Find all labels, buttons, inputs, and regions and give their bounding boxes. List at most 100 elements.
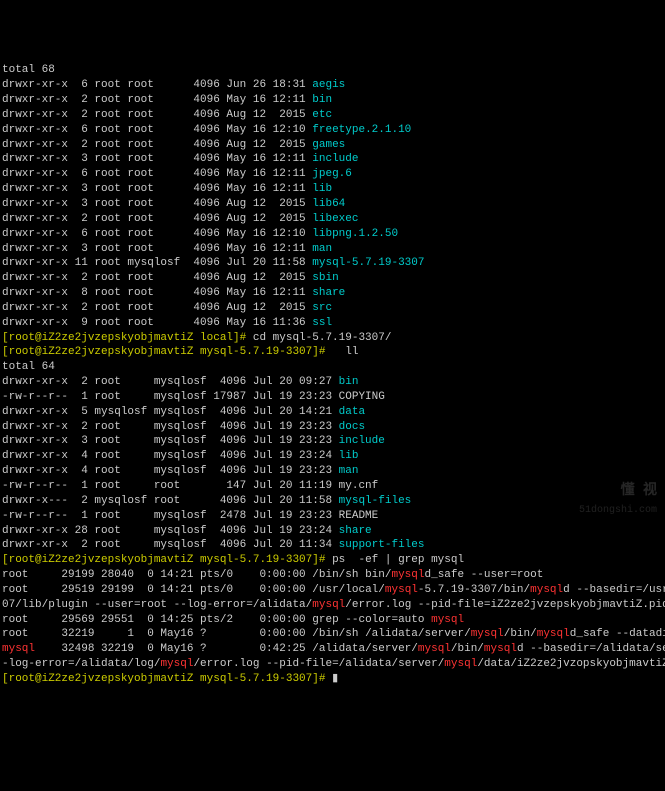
prompt-line: [root@iZ2ze2jvzepskyobjmavtiZ mysql-5.7.… [2,553,663,568]
ls-meta: drwxr-xr-x 6 root root 4096 May 16 12:11 [2,168,312,180]
ps-meta: 29519 29199 0 14:21 pts/0 0:00:00 [55,584,312,596]
prompt-line: [root@iZ2ze2jvzepskyobjmavtiZ mysql-5.7.… [2,345,663,360]
ps-cmd-part: mysql [160,658,193,670]
ls-filename: data [339,406,365,418]
ls-filename: docs [339,421,365,433]
ps-cmd-part: grep --color=auto [312,614,431,626]
ps-cmd-part: mysql [530,584,563,596]
ps-row: -log-error=/alidata/log/mysql/error.log … [2,657,663,672]
prompt-line: [root@iZ2ze2jvzepskyobjmavtiZ local]# cd… [2,331,663,346]
ps-meta: 32219 1 0 May16 ? 0:00:00 [55,628,312,640]
ls-row: -rw-r--r-- 1 root root 147 Jul 20 11:19 … [2,479,663,494]
ls-row: drwxr-xr-x 2 root mysqlosf 4096 Jul 19 2… [2,420,663,435]
ls-row: drwxr-xr-x 2 root mysqlosf 4096 Jul 20 1… [2,538,663,553]
ps-cmd-part: /alidata/server/ [312,643,418,655]
ls-row: drwxr-xr-x 2 root root 4096 Aug 12 2015 … [2,108,663,123]
ps-meta: 29199 28040 0 14:21 pts/0 0:00:00 [55,569,312,581]
ps-cmd-part: d_safe --user=root [425,569,544,581]
ls-meta: drwxr-xr-x 2 root root 4096 Aug 12 2015 [2,302,312,314]
ls-row: drwxr-xr-x 6 root root 4096 Jun 26 18:31… [2,78,663,93]
ls-filename: lib64 [312,198,345,210]
ls-filename: include [312,153,358,165]
ls-row: drwxr-xr-x 4 root mysqlosf 4096 Jul 19 2… [2,449,663,464]
ls-filename: libpng.1.2.50 [312,228,398,240]
ls-meta: drwxr-xr-x 2 root root 4096 May 16 12:11 [2,94,312,106]
ls-meta: drwxr-xr-x 2 root mysqlosf 4096 Jul 20 1… [2,539,339,551]
ps-cmd-part: mysql [431,614,464,626]
shell-command[interactable]: ps -ef | grep mysql [332,554,464,566]
ls-filename: libexec [312,213,358,225]
shell-prompt: [root@iZ2ze2jvzepskyobjmavtiZ mysql-5.7.… [2,673,332,685]
ps-row: root 29569 29551 0 14:25 pts/2 0:00:00 g… [2,613,663,628]
ps-row: mysql 32498 32219 0 May16 ? 0:42:25 /ali… [2,642,663,657]
ls-meta: drwxr-xr-x 3 root mysqlosf 4096 Jul 19 2… [2,435,339,447]
ps-cmd-part: mysql [471,628,504,640]
ps-cmd-part: /bin/ [504,628,537,640]
ls-row: drwxr-xr-x 2 root root 4096 May 16 12:11… [2,93,663,108]
ls-meta: drwxr-xr-x 11 root mysqlosf 4096 Jul 20 … [2,257,312,269]
shell-prompt: [root@iZ2ze2jvzepskyobjmavtiZ mysql-5.7.… [2,554,332,566]
ls-row: drwxr-xr-x 28 root mysqlosf 4096 Jul 19 … [2,524,663,539]
ps-cmd-part: /error.log --pid-file=iZ2ze2jvzepskyobjm… [345,599,665,611]
ls-filename: freetype.2.1.10 [312,124,411,136]
ls-row: drwxr-xr-x 8 root root 4096 May 16 12:11… [2,286,663,301]
ls-filename: aegis [312,79,345,91]
ps-cmd-part: d --basedir=/usr/local/ [563,584,665,596]
total-line: total 64 [2,360,663,375]
shell-command[interactable]: cd mysql-5.7.19-3307/ [253,332,392,344]
ls-meta: -rw-r--r-- 1 root mysqlosf 17987 Jul 19 … [2,391,339,403]
ls-row: drwxr-xr-x 9 root root 4096 May 16 11:36… [2,316,663,331]
ls-meta: drwxr-xr-x 3 root root 4096 May 16 12:11 [2,243,312,255]
ls-row: drwxr-xr-x 2 root root 4096 Aug 12 2015 … [2,138,663,153]
ls-row: drwxr-xr-x 5 mysqlosf mysqlosf 4096 Jul … [2,405,663,420]
ls-filename: jpeg.6 [312,168,352,180]
ps-cmd-part: /error.log --pid-file=/alidata/server/ [193,658,444,670]
terminal-output: total 68 drwxr-xr-x 6 root root 4096 Jun … [2,63,663,686]
ps-row: root 29199 28040 0 14:21 pts/0 0:00:00 /… [2,568,663,583]
ls-row: drwxr-xr-x 3 root root 4096 May 16 12:11… [2,152,663,167]
ls-filename: share [339,525,372,537]
ps-meta: 32498 32219 0 May16 ? 0:42:25 [55,643,312,655]
ls-filename: ssl [312,317,332,329]
ps-cmd-part: mysql [537,628,570,640]
ls-meta: drwxr-xr-x 6 root root 4096 May 16 12:10 [2,124,312,136]
ps-cmd-part: /usr/local/ [312,584,385,596]
ps-meta: 29569 29551 0 14:25 pts/2 0:00:00 [55,614,312,626]
cursor[interactable]: ▮ [332,673,338,685]
ls-row: drwxr-xr-x 3 root root 4096 May 16 12:11… [2,182,663,197]
ls-filename: sbin [312,272,338,284]
ls-row: drwxr-xr-x 6 root root 4096 May 16 12:10… [2,227,663,242]
ls-meta: drwxr-xr-x 6 root root 4096 May 16 12:10 [2,228,312,240]
ls-filename: man [312,243,332,255]
ps-cmd-part: mysql [484,643,517,655]
shell-command[interactable]: ll [345,346,358,358]
ls-meta: drwxr-xr-x 3 root root 4096 May 16 12:11 [2,183,312,195]
ls-row: -rw-r--r-- 1 root mysqlosf 17987 Jul 19 … [2,390,663,405]
ps-row: root 29519 29199 0 14:21 pts/0 0:00:00 /… [2,583,663,598]
total-line: total 68 [2,63,663,78]
ls-meta: drwxr-xr-x 5 mysqlosf mysqlosf 4096 Jul … [2,406,339,418]
ls-filename: lib [312,183,332,195]
ps-user: root [2,614,55,626]
ls-filename: lib [339,450,359,462]
ls-row: drwxr-xr-x 11 root mysqlosf 4096 Jul 20 … [2,256,663,271]
ls-filename: mysql-5.7.19-3307 [312,257,424,269]
ps-row: 07/lib/plugin --user=root --log-error=/a… [2,598,663,613]
ps-cmd-part: /bin/sh bin/ [312,569,391,581]
ls-filename: bin [312,94,332,106]
ls-meta: drwxr-xr-x 2 root root 4096 Aug 12 2015 [2,213,312,225]
total-text: total 64 [2,361,55,373]
ps-cmd-part: mysql [385,584,418,596]
total-text: total 68 [2,64,55,76]
ls-meta: drwxr-xr-x 3 root root 4096 Aug 12 2015 [2,198,312,210]
ps-cmd-part: d_safe --datadir=/alidata [570,628,665,640]
ls-row: drwxr-xr-x 2 root root 4096 Aug 12 2015 … [2,301,663,316]
ls-row: drwxr-xr-x 4 root mysqlosf 4096 Jul 19 2… [2,464,663,479]
ls-row: drwxr-xr-x 3 root mysqlosf 4096 Jul 19 2… [2,434,663,449]
ls-row: drwxr-xr-x 3 root root 4096 May 16 12:11… [2,242,663,257]
ps-user: root [2,584,55,596]
ls-meta: drwxr-xr-x 2 root mysqlosf 4096 Jul 19 2… [2,421,339,433]
ls-meta: -rw-r--r-- 1 root root 147 Jul 20 11:19 [2,480,339,492]
ls-meta: drwxr-xr-x 9 root root 4096 May 16 11:36 [2,317,312,329]
ls-meta: drwxr-xr-x 2 root mysqlosf 4096 Jul 20 0… [2,376,339,388]
